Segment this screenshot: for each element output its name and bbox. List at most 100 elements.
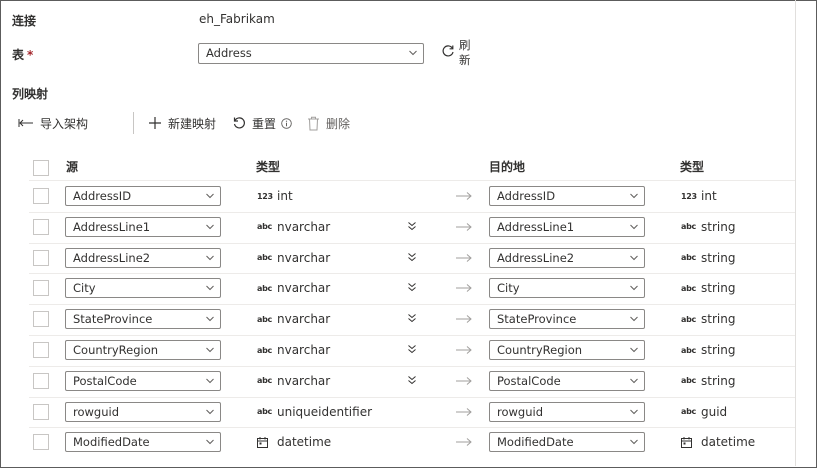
string-type-icon: abc [681,253,696,263]
expand-double-chevron-icon[interactable] [407,313,417,323]
source-column-dropdown[interactable]: rowguid [65,401,221,422]
chevron-down-icon [206,286,214,291]
expand-double-chevron-icon[interactable] [407,344,417,354]
expand-double-chevron-icon[interactable] [407,252,417,262]
source-type-label: nvarchar [277,250,331,265]
destination-column-value: AddressID [497,189,556,203]
destination-column-dropdown[interactable]: CountryRegion [489,340,645,360]
destination-column-value: AddressLine1 [497,219,575,234]
destination-type-label: string [701,312,736,327]
string-type-icon: abc [681,376,696,386]
chevron-down-icon [630,286,638,291]
row-checkbox[interactable] [33,188,49,204]
destination-column-dropdown[interactable]: rowguid [489,401,645,422]
row-checkbox[interactable] [33,434,49,451]
row-divider [29,366,795,367]
source-column-dropdown[interactable]: PostalCode [65,370,221,391]
column-mapping-title: 列映射 [12,87,49,101]
destination-column-value: ModifiedDate [497,435,574,450]
destination-column-dropdown[interactable]: AddressLine1 [489,216,645,237]
row-divider [29,212,795,213]
arrow-right-icon [456,407,472,416]
source-column-value: City [73,281,96,296]
destination-type-label: string [701,250,736,265]
table-dropdown[interactable]: Address [198,43,424,64]
chevron-down-icon [206,378,214,384]
destination-column-dropdown[interactable]: StateProvince [489,309,645,330]
destination-column-dropdown[interactable]: AddressLine2 [489,247,645,268]
chevron-down-icon [206,316,214,322]
destination-type: abc string [681,373,735,389]
table-label: 表 * [12,46,33,63]
row-checkbox[interactable] [33,249,49,266]
source-type-label: nvarchar [277,312,331,327]
destination-column-dropdown[interactable]: ModifiedDate [489,432,645,453]
row-checkbox[interactable] [33,342,49,358]
numeric-type-icon: 123 [257,191,273,201]
arrow-right-icon [456,376,472,385]
chevron-down-icon [630,255,638,260]
string-type-icon: abc [257,376,272,386]
source-type: abc nvarchar [257,280,330,296]
source-column-dropdown[interactable]: AddressLine2 [65,247,221,268]
row-checkbox[interactable] [33,218,49,235]
destination-type-label: guid [701,404,728,419]
source-column-dropdown[interactable]: AddressLine1 [65,216,221,237]
destination-type-label: datetime [701,435,756,450]
row-checkbox[interactable] [33,311,49,328]
import-schema-button[interactable]: 导入架构 [18,113,88,133]
row-divider [29,243,795,244]
scrollbar-track[interactable] [795,0,796,466]
row-checkbox[interactable] [33,280,49,297]
destination-type-label: string [701,219,736,234]
source-type: abc nvarchar [257,219,330,235]
new-mapping-button[interactable]: 新建映射 [148,113,216,133]
source-column-dropdown[interactable]: City [65,278,221,299]
chevron-down-icon [206,440,214,445]
info-icon[interactable] [281,117,292,129]
destination-column-dropdown[interactable]: PostalCode [489,370,645,391]
refresh-label-1: 刷 [459,38,471,52]
chevron-down-icon [206,224,214,230]
destination-type: abc string [681,342,735,358]
arrow-right-icon [456,222,472,231]
reset-button[interactable]: 重置 [232,113,292,133]
source-column-dropdown[interactable]: ModifiedDate [65,432,221,453]
refresh-button[interactable]: 刷新 [438,38,478,68]
refresh-icon [442,45,454,57]
source-column-dropdown[interactable]: StateProvince [65,309,221,330]
string-type-icon: abc [681,314,696,324]
destination-column-dropdown[interactable]: AddressID [489,186,645,206]
connection-value: eh_Fabrikam [199,12,275,26]
calendar-icon [257,436,268,448]
select-all-checkbox[interactable] [33,160,49,176]
row-divider [29,427,795,428]
destination-column-value: rowguid [497,404,543,419]
arrow-right-icon [456,346,472,354]
destination-type: abc string [681,250,735,266]
string-type-icon: abc [257,222,272,232]
source-type: abc nvarchar [257,342,330,358]
header-destination: 目的地 [489,160,526,174]
row-checkbox[interactable] [33,372,49,389]
header-source-type: 类型 [256,160,281,174]
destination-type: abc string [681,219,735,235]
chevron-down-icon [206,193,214,199]
source-column-dropdown[interactable]: CountryRegion [65,340,221,360]
expand-double-chevron-icon[interactable] [407,282,417,292]
source-type: abc nvarchar [257,250,330,266]
destination-column-dropdown[interactable]: City [489,278,645,299]
source-type: abc nvarchar [257,311,330,327]
expand-double-chevron-icon[interactable] [407,375,417,385]
source-column-value: rowguid [73,404,119,419]
source-column-dropdown[interactable]: AddressID [65,186,221,206]
delete-button[interactable]: 删除 [307,113,350,133]
table-label-text: 表 [12,48,25,62]
row-divider [29,397,795,398]
expand-double-chevron-icon[interactable] [407,221,417,231]
row-checkbox[interactable] [33,403,49,420]
source-column-value: StateProvince [73,312,153,327]
arrow-right-icon [456,315,472,324]
destination-type: abc guid [681,404,727,420]
source-column-value: ModifiedDate [73,435,150,450]
